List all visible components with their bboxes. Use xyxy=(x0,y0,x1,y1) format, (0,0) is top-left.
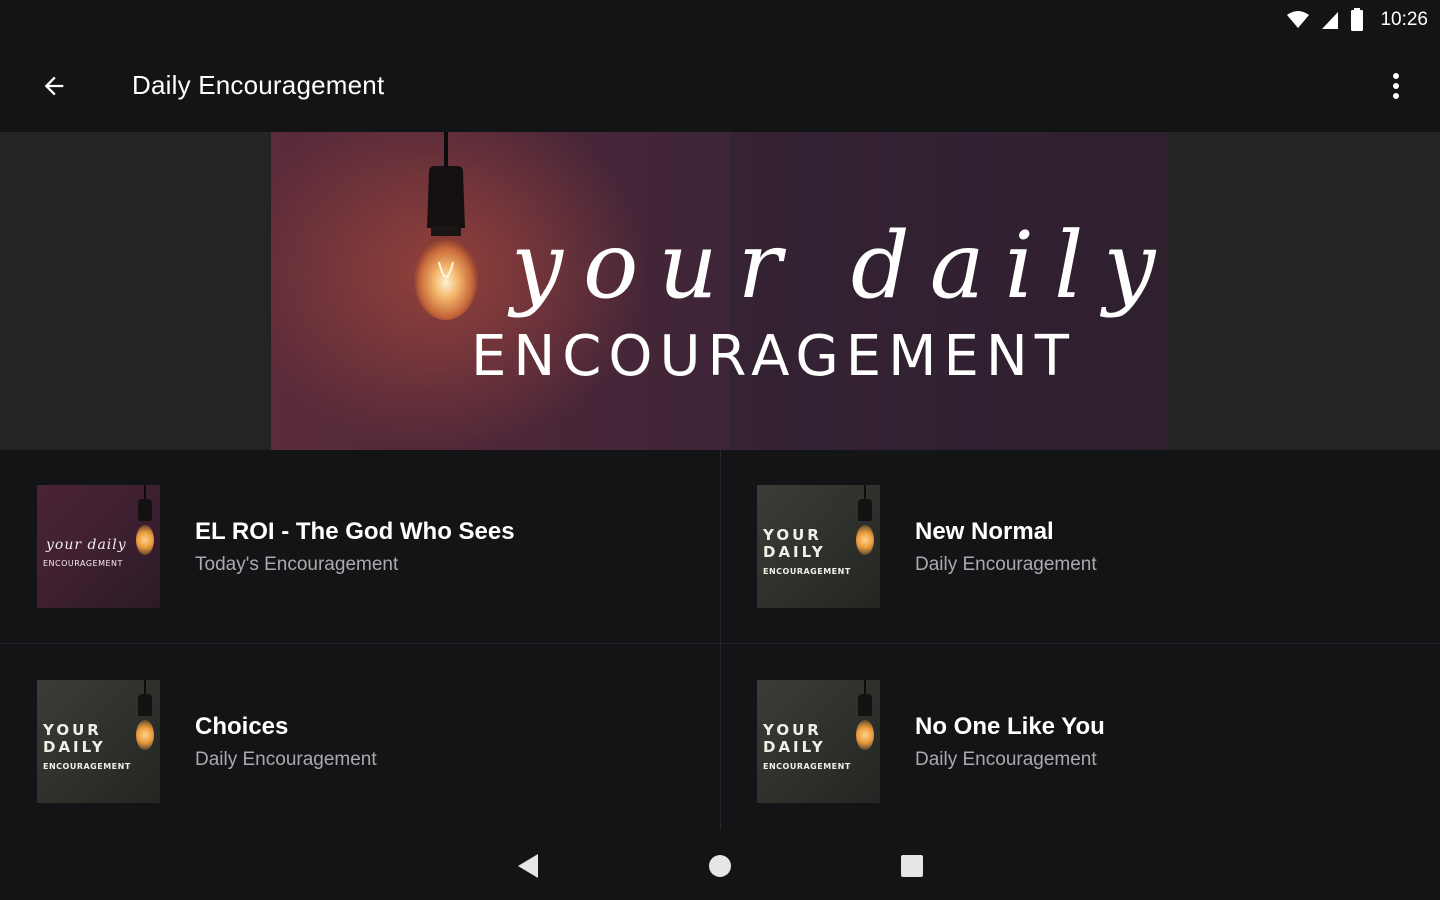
thumbnail-bulb-cap xyxy=(858,694,872,716)
episode-item[interactable]: your daily ENCOURAGEMENT EL ROI - The Go… xyxy=(0,450,720,643)
arrow-back-icon xyxy=(44,76,64,96)
episode-item[interactable]: YOUR DAILY ENCOURAGEMENT New Normal Dail… xyxy=(720,450,1440,643)
status-time: 10:26 xyxy=(1380,9,1428,30)
thumbnail-line-encouragement: ENCOURAGEMENT xyxy=(763,566,851,576)
thumbnail-line-your: YOUR xyxy=(763,721,822,739)
episode-item[interactable]: YOUR DAILY ENCOURAGEMENT Choices Daily E… xyxy=(0,645,720,838)
thumbnail-line-daily: DAILY xyxy=(763,543,826,562)
thumbnail-script-text: your daily xyxy=(46,537,127,553)
episode-item[interactable]: YOUR DAILY ENCOURAGEMENT No One Like You… xyxy=(720,645,1440,838)
thumbnail-line-your: YOUR xyxy=(763,526,822,544)
thumbnail-text: YOUR DAILY ENCOURAGEMENT xyxy=(763,721,873,771)
banner-caps-text: ENCOURAGEMENT xyxy=(471,324,1076,389)
page-title: Daily Encouragement xyxy=(132,70,385,100)
status-bar: 10:26 xyxy=(0,0,1440,40)
banner-script-text: your daily xyxy=(511,212,1169,319)
nav-recents-button[interactable] xyxy=(890,844,934,888)
episode-subtitle: Daily Encouragement xyxy=(195,749,377,770)
cellular-signal-icon xyxy=(1322,12,1339,29)
episode-subtitle: Today's Encouragement xyxy=(195,554,399,575)
thumbnail-line-your: YOUR xyxy=(43,721,102,739)
episode-title: No One Like You xyxy=(915,713,1105,740)
light-bulb-icon xyxy=(136,525,154,555)
episode-title: Choices xyxy=(195,713,289,740)
episode-subtitle: Daily Encouragement xyxy=(915,749,1097,770)
episode-thumbnail: YOUR DAILY ENCOURAGEMENT xyxy=(757,485,880,608)
battery-icon xyxy=(1351,8,1364,31)
episode-thumbnail: your daily ENCOURAGEMENT xyxy=(37,485,160,608)
nav-home-button[interactable] xyxy=(698,844,742,888)
more-vert-icon xyxy=(1393,73,1399,99)
nav-back-icon xyxy=(518,854,538,878)
system-nav-bar xyxy=(0,830,1440,900)
thumbnail-text: YOUR DAILY ENCOURAGEMENT xyxy=(763,526,873,576)
app-bar: Daily Encouragement xyxy=(0,40,1440,132)
thumbnail-line-daily: DAILY xyxy=(43,738,106,757)
nav-home-icon xyxy=(709,855,731,877)
back-button[interactable] xyxy=(30,62,78,110)
episode-title: EL ROI - The God Who Sees xyxy=(195,518,515,545)
more-options-button[interactable] xyxy=(1372,62,1420,110)
wifi-icon xyxy=(1287,11,1310,28)
thumbnail-bulb-cap xyxy=(138,499,152,521)
banner-strip: your daily ENCOURAGEMENT xyxy=(0,132,1440,450)
thumbnail-caps-text: ENCOURAGEMENT xyxy=(43,559,123,568)
thumbnail-line-encouragement: ENCOURAGEMENT xyxy=(43,761,131,771)
nav-back-button[interactable] xyxy=(506,844,550,888)
episode-subtitle: Daily Encouragement xyxy=(915,554,1097,575)
podcast-banner-image: your daily ENCOURAGEMENT xyxy=(271,132,1169,450)
app-screen: 10:26 Daily Encouragement your daily ENC… xyxy=(0,0,1440,900)
episode-thumbnail: YOUR DAILY ENCOURAGEMENT xyxy=(37,680,160,803)
thumbnail-line-daily: DAILY xyxy=(763,738,826,757)
episode-title: New Normal xyxy=(915,518,1054,545)
thumbnail-line-encouragement: ENCOURAGEMENT xyxy=(763,761,851,771)
episode-thumbnail: YOUR DAILY ENCOURAGEMENT xyxy=(757,680,880,803)
episode-grid: your daily ENCOURAGEMENT EL ROI - The Go… xyxy=(0,450,1440,830)
thumbnail-bulb-cap xyxy=(138,694,152,716)
thumbnail-bulb-cap xyxy=(858,499,872,521)
row-divider xyxy=(0,643,1440,644)
nav-recents-icon xyxy=(901,855,923,877)
thumbnail-text: YOUR DAILY ENCOURAGEMENT xyxy=(43,721,153,771)
light-bulb-icon xyxy=(414,132,478,320)
